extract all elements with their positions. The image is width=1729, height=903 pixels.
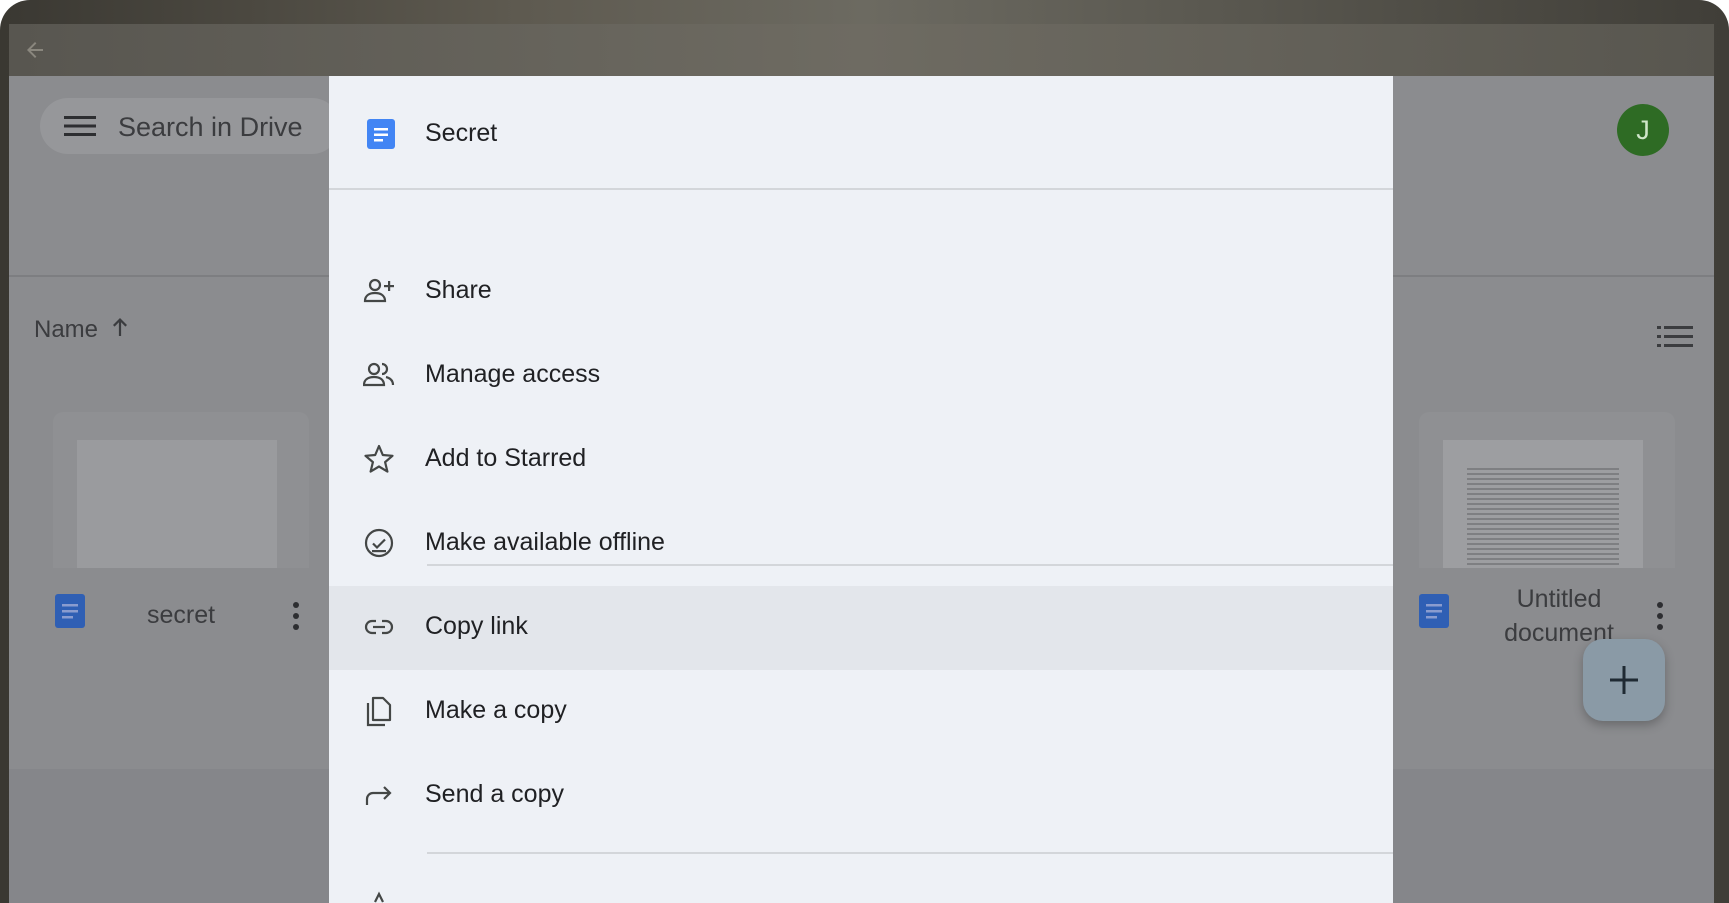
new-fab-button[interactable] [1583,639,1665,721]
thumbnail-text-lines [1467,468,1619,568]
menu-item-label: Make available offline [425,528,665,556]
search-bar[interactable]: Search in Drive [40,98,340,154]
menu-item-label: Manage access [425,360,601,388]
divider [427,564,1393,566]
plus-icon [1610,666,1638,694]
menu-item-label: Share [425,276,492,304]
file-thumbnail[interactable] [53,412,309,568]
file-actions-sheet: Secret Share Manage access Add to Starre… [329,76,1393,903]
person-add-icon [363,278,394,303]
more-options-icon[interactable] [1655,600,1665,632]
account-avatar[interactable]: J [1617,104,1669,156]
partially-visible-icon [374,891,384,903]
menu-item-manage-access[interactable]: Manage access [329,334,1393,418]
menu-item-copy-link[interactable]: Copy link [329,586,1393,670]
google-docs-icon [367,119,395,149]
divider [427,852,1393,854]
sort-by-name[interactable]: Name [34,316,98,344]
sort-ascending-icon[interactable] [110,316,130,338]
menu-item-make-a-copy[interactable]: Make a copy [329,670,1393,754]
menu-item-label: Add to Starred [425,444,587,472]
list-view-icon[interactable] [1657,324,1693,350]
file-name[interactable]: secret [147,601,215,630]
hamburger-menu-icon[interactable] [64,114,96,138]
link-icon [364,619,394,635]
menu-item-label: Send a copy [425,780,564,808]
file-name-line: Untitled [1516,585,1602,613]
divider [329,188,1393,190]
offline-icon [364,528,394,558]
menu-item-label: Make a copy [425,696,567,724]
file-thumbnail[interactable] [1419,412,1675,568]
people-icon [363,362,395,387]
sheet-header: Secret [329,76,1393,188]
menu-item-share[interactable]: Share [329,250,1393,334]
sheet-file-title: Secret [425,119,498,147]
thumbnail-preview [77,440,277,568]
search-placeholder: Search in Drive [118,112,303,142]
copy-icon [366,696,392,727]
menu-item-send-a-copy[interactable]: Send a copy [329,754,1393,838]
menu-item-make-available-offline[interactable]: Make available offline [329,502,1393,586]
app-top-bar [9,24,1714,76]
more-options-icon[interactable] [291,600,301,632]
google-docs-icon [55,594,85,628]
star-icon [364,444,394,473]
menu-item-label: Copy link [425,612,528,640]
forward-icon [365,786,392,805]
menu-item-add-to-starred[interactable]: Add to Starred [329,418,1393,502]
thumbnail-preview [1443,440,1643,568]
google-docs-icon [1419,594,1449,628]
device-frame: Search in Drive J Name secret Untitled d… [0,0,1729,903]
back-arrow-icon[interactable] [23,38,47,62]
